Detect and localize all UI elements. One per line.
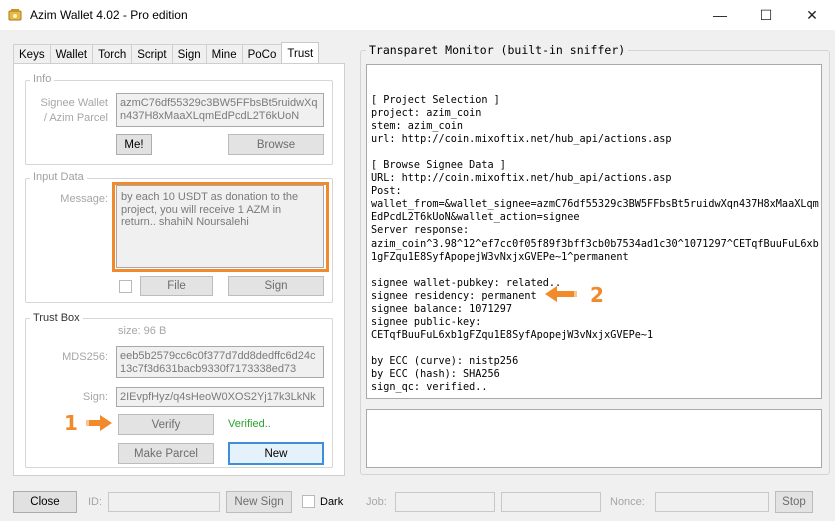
close-window-button[interactable]: ✕	[789, 0, 835, 30]
tab-script[interactable]: Script	[131, 44, 173, 64]
annotation-arrow-right-icon	[86, 415, 112, 431]
new-sign-button[interactable]: New Sign	[226, 491, 292, 513]
size-label: size: 96 B	[118, 325, 167, 337]
tab-torch[interactable]: Torch	[92, 44, 133, 64]
nonce-label: Nonce:	[610, 496, 645, 508]
window-title: Azim Wallet 4.02 - Pro edition	[30, 8, 188, 22]
info-legend: Info	[30, 73, 55, 85]
input-data-legend: Input Data	[30, 171, 87, 183]
new-button[interactable]: New	[228, 442, 324, 465]
verified-status: Verified..	[228, 418, 271, 430]
tab-trust[interactable]: Trust	[281, 42, 320, 64]
dark-checkbox[interactable]	[302, 495, 315, 508]
signee-label-line1: Signee Wallet	[40, 97, 108, 109]
make-parcel-button[interactable]: Make Parcel	[118, 443, 214, 464]
monitor-log-textbox[interactable]: [ Project Selection ] project: azim_coin…	[366, 64, 822, 399]
mds256-label: MDS256:	[62, 351, 108, 363]
tab-wallet[interactable]: Wallet	[49, 44, 94, 64]
stop-button[interactable]: Stop	[775, 491, 813, 513]
job-field-2[interactable]	[501, 492, 601, 512]
minimize-button[interactable]: —	[697, 0, 743, 30]
signee-label-line2: / Azim Parcel	[43, 112, 108, 124]
tab-keys[interactable]: Keys	[13, 44, 51, 64]
tab-mine[interactable]: Mine	[205, 44, 243, 64]
id-field[interactable]	[108, 492, 220, 512]
dark-label: Dark	[320, 496, 344, 508]
maximize-button[interactable]: ☐	[743, 0, 789, 30]
monitor-title: Transparet Monitor (built-in sniffer)	[366, 43, 629, 57]
mds256-field[interactable]: eeb5b2579cc6c0f377d7dd8dedffc6d24c13c7f3…	[116, 346, 324, 378]
close-button[interactable]: Close	[13, 491, 77, 513]
nonce-field[interactable]	[655, 492, 769, 512]
monitor-secondary-textbox[interactable]	[366, 409, 822, 468]
sign-field[interactable]: 2IEvpfHyz/q4sHeoW0XOS2Yj17k3LkNk	[116, 387, 324, 407]
trust-box-legend: Trust Box	[30, 312, 83, 324]
tab-strip: Keys Wallet Torch Script Sign Mine PoCo …	[13, 42, 320, 64]
sign-button[interactable]: Sign	[228, 276, 324, 296]
annotation-number-1: 1	[64, 411, 78, 435]
annotation-number-2: 2	[590, 283, 604, 307]
me-button[interactable]: Me!	[116, 134, 152, 155]
app-logo-icon	[8, 9, 22, 21]
file-button[interactable]: File	[140, 276, 213, 296]
signee-wallet-field[interactable]: azmC76df55329c3BW5FFbsBt5ruidwXqn437H8xM…	[116, 93, 324, 127]
message-label: Message:	[60, 193, 108, 205]
job-label: Job:	[366, 496, 387, 508]
verify-button[interactable]: Verify	[118, 414, 214, 435]
id-label: ID:	[88, 496, 103, 508]
sign-label: Sign:	[82, 391, 108, 403]
annotation-arrow-left-icon	[545, 286, 577, 302]
message-highlight	[112, 182, 329, 272]
browse-button[interactable]: Browse	[228, 134, 324, 155]
job-field-1[interactable]	[395, 492, 495, 512]
tab-sign[interactable]: Sign	[171, 44, 207, 64]
file-checkbox[interactable]	[119, 280, 132, 293]
tab-poco[interactable]: PoCo	[241, 44, 283, 64]
